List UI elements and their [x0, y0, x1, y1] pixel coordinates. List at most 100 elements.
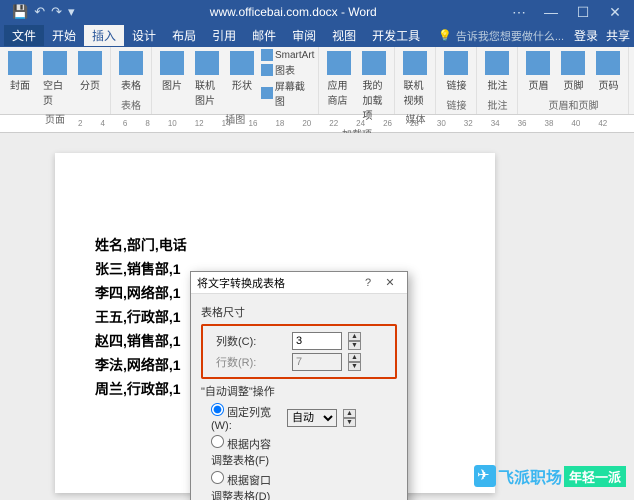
ribbon-btn-7-0[interactable]: 页眉 — [522, 49, 554, 94]
ribbon-small-icon — [261, 87, 273, 99]
ribbon-icon — [596, 51, 620, 75]
tab-file[interactable]: 文件 — [4, 25, 44, 46]
qat-more-icon[interactable]: ▾ — [68, 4, 75, 20]
tab-5[interactable]: 邮件 — [244, 25, 284, 46]
quick-access-toolbar: 💾 ↶ ↷ ▾ — [4, 4, 83, 20]
ribbon-small-icon — [261, 49, 273, 61]
document-title: www.officebai.com.docx - Word — [83, 5, 504, 19]
ribbon-btn-3-1[interactable]: 我的加载项 — [358, 49, 390, 124]
ruler-mark: 20 — [302, 119, 311, 128]
chevron-down-icon[interactable]: ▼ — [348, 341, 361, 350]
cols-label: 列数(C): — [216, 333, 286, 349]
ribbon-btn-0-0[interactable]: 封面 — [4, 49, 36, 94]
chevron-up-icon[interactable]: ▲ — [348, 332, 361, 341]
tab-3[interactable]: 布局 — [164, 25, 204, 46]
ribbon-group-8: 文本框文本 — [629, 47, 634, 114]
maximize-icon[interactable]: ☐ — [568, 4, 598, 21]
ruler-mark: 40 — [571, 119, 580, 128]
ribbon-icon — [485, 51, 509, 75]
dialog-title: 将文字转换成表格 — [197, 275, 357, 291]
ruler-mark: 12 — [195, 119, 204, 128]
highlight-cols-row: 列数(C): ▲▼ 行数(R): ▲▼ — [201, 324, 397, 379]
tab-4[interactable]: 引用 — [204, 25, 244, 46]
ribbon-group-0: 封面空白页分页页面 — [0, 47, 111, 114]
ruler-mark: 32 — [464, 119, 473, 128]
group-label: 批注 — [481, 95, 513, 112]
watermark: 飞派职场 年轻一派 — [474, 464, 626, 488]
ribbon-group-1: 表格表格 — [111, 47, 152, 114]
tab-7[interactable]: 视图 — [324, 25, 364, 46]
save-icon[interactable]: 💾 — [12, 4, 28, 20]
ribbon-btn-5-0[interactable]: 链接 — [440, 49, 472, 94]
radio-fit-window[interactable]: 根据窗口调整表格(D) — [211, 471, 281, 500]
ribbon-btn-7-2[interactable]: 页码 — [592, 49, 624, 94]
ribbon-btn-3-0[interactable]: 应用商店 — [323, 49, 355, 109]
group-label: 链接 — [440, 95, 472, 112]
ribbon-icon — [230, 51, 254, 75]
tab-1[interactable]: 插入 — [84, 25, 124, 46]
minimize-icon[interactable]: — — [536, 4, 566, 21]
tab-0[interactable]: 开始 — [44, 25, 84, 46]
ruler-mark: 14 — [222, 119, 231, 128]
ribbon-icon — [327, 51, 351, 75]
width-spinner[interactable]: ▲▼ — [343, 409, 356, 427]
ribbon-icon — [195, 51, 219, 75]
help-icon[interactable]: ? — [357, 277, 379, 289]
ribbon-btn-7-1[interactable]: 页脚 — [557, 49, 589, 94]
undo-icon[interactable]: ↶ — [34, 4, 45, 20]
ribbon-btn-1-0[interactable]: 表格 — [115, 49, 147, 94]
ruler-mark: 42 — [598, 119, 607, 128]
ribbon-btn-0-1[interactable]: 空白页 — [39, 49, 71, 109]
radio-fixed-width[interactable]: 固定列宽(W): — [211, 403, 281, 432]
ribbon-icon — [403, 51, 427, 75]
ribbon-btn-6-0[interactable]: 批注 — [481, 49, 513, 94]
ribbon-btn-2-1[interactable]: 联机图片 — [191, 49, 223, 109]
ribbon-icon — [444, 51, 468, 75]
ribbon-stack-item[interactable]: SmartArt — [261, 49, 314, 61]
rows-label: 行数(R): — [216, 354, 286, 370]
ribbon-icon — [43, 51, 67, 75]
share-button[interactable]: 共享 — [606, 27, 630, 44]
ruler-mark: 6 — [123, 119, 127, 128]
ribbon-group-7: 页眉页脚页码页眉和页脚 — [518, 47, 629, 114]
ribbon-options-icon[interactable]: ⋯ — [504, 4, 534, 21]
ribbon-icon — [526, 51, 550, 75]
section-autofit: "自动调整"操作 — [201, 383, 397, 399]
ribbon-btn-0-2[interactable]: 分页 — [74, 49, 106, 94]
ruler-mark: 38 — [545, 119, 554, 128]
section-table-size: 表格尺寸 — [201, 304, 397, 320]
ribbon-btn-2-0[interactable]: 图片 — [156, 49, 188, 94]
ribbon-stack-item[interactable]: 图表 — [261, 62, 314, 77]
group-label: 页面 — [4, 109, 106, 126]
title-bar: 💾 ↶ ↷ ▾ www.officebai.com.docx - Word ⋯ … — [0, 0, 634, 24]
ribbon-icon — [78, 51, 102, 75]
dialog-titlebar: 将文字转换成表格 ? ✕ — [191, 272, 407, 294]
tab-8[interactable]: 开发工具 — [364, 25, 428, 46]
close-icon[interactable]: ✕ — [600, 4, 630, 21]
fixed-width-select[interactable]: 自动 — [287, 409, 337, 427]
group-label: 页眉和页脚 — [522, 95, 624, 112]
ribbon-btn-4-0[interactable]: 联机视频 — [399, 49, 431, 109]
ruler-mark: 26 — [383, 119, 392, 128]
tell-me-box[interactable]: 💡告诉我您想要做什么... — [438, 28, 564, 44]
ruler-mark: 34 — [491, 119, 500, 128]
tab-6[interactable]: 审阅 — [284, 25, 324, 46]
ribbon-small-icon — [261, 64, 273, 76]
document-area: 姓名,部门,电话张三,销售部,1李四,网络部,1王五,行政部,1赵四,销售部,1… — [0, 133, 634, 500]
ribbon-btn-2-2[interactable]: 形状 — [226, 49, 258, 94]
ribbon-icon — [362, 51, 386, 75]
redo-icon[interactable]: ↷ — [51, 4, 62, 20]
login-link[interactable]: 登录 — [574, 27, 598, 44]
radio-fit-content[interactable]: 根据内容调整表格(F) — [211, 435, 281, 468]
cols-input[interactable] — [292, 332, 342, 350]
ruler-mark: 22 — [329, 119, 338, 128]
watermark-logo-icon — [474, 465, 496, 487]
doc-line[interactable]: 姓名,部门,电话 — [95, 233, 465, 257]
ribbon-icon — [119, 51, 143, 75]
ribbon-group-3: 应用商店我的加载项加载项 — [319, 47, 395, 114]
ribbon-stack-item[interactable]: 屏幕截图 — [261, 78, 314, 108]
cols-spinner[interactable]: ▲▼ — [348, 332, 361, 350]
dialog-close-icon[interactable]: ✕ — [379, 276, 401, 289]
ruler-mark: 24 — [356, 119, 365, 128]
tab-2[interactable]: 设计 — [124, 25, 164, 46]
